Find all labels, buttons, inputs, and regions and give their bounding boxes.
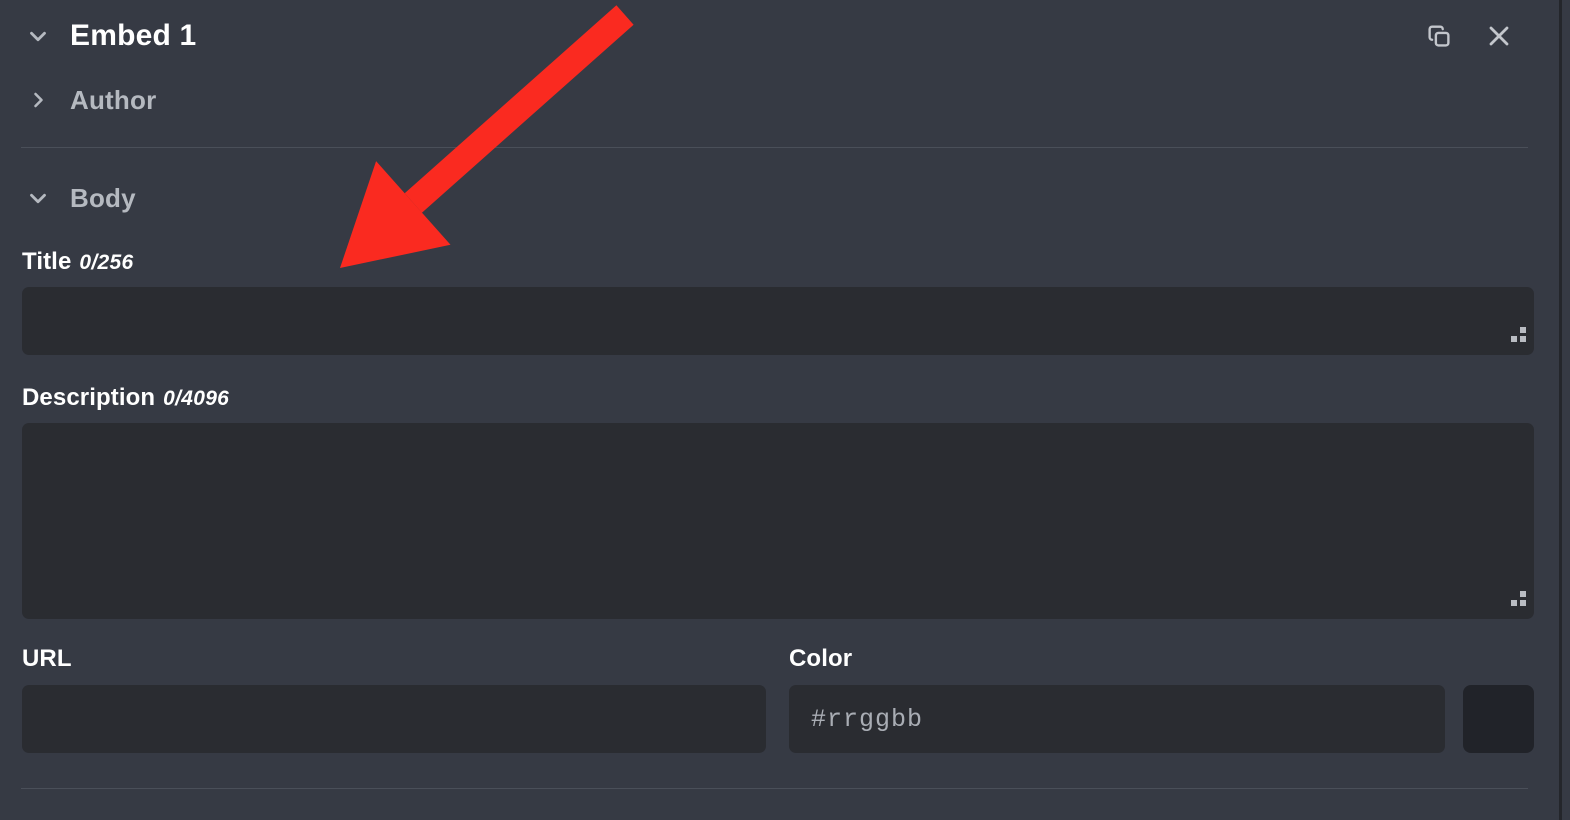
description-label-text: Description	[22, 384, 156, 411]
chevron-down-icon[interactable]	[20, 23, 56, 49]
header-actions	[1422, 19, 1516, 53]
color-input[interactable]	[789, 685, 1445, 753]
close-icon[interactable]	[1482, 19, 1516, 53]
description-label: Description 0/4096	[22, 384, 229, 412]
color-swatch-button[interactable]	[1463, 685, 1534, 753]
title-input[interactable]	[22, 287, 1534, 355]
section-header-author[interactable]: Author	[0, 80, 700, 120]
embed-header: Embed 1	[0, 0, 1548, 72]
title-label: Title 0/256	[22, 248, 133, 276]
url-label: URL	[22, 645, 72, 672]
embed-editor-panel: Embed 1 Author Body Title 0/256 Descript…	[0, 0, 1570, 820]
chevron-down-icon[interactable]	[20, 185, 56, 211]
description-resize-handle[interactable]	[1506, 591, 1526, 611]
description-input[interactable]	[22, 423, 1534, 619]
page-title: Embed 1	[70, 19, 197, 52]
title-char-counter: 0/256	[79, 251, 134, 274]
section-header-body[interactable]: Body	[0, 178, 700, 218]
color-label: Color	[789, 645, 853, 672]
section-label-body: Body	[70, 182, 136, 213]
chevron-right-icon[interactable]	[20, 88, 56, 112]
title-resize-handle[interactable]	[1506, 327, 1526, 347]
section-divider-top	[21, 147, 1528, 148]
section-label-author: Author	[70, 84, 157, 115]
description-char-counter: 0/4096	[163, 387, 230, 410]
section-divider-bottom	[21, 788, 1528, 789]
url-input[interactable]	[22, 685, 766, 753]
duplicate-icon[interactable]	[1422, 19, 1456, 53]
title-label-text: Title	[22, 248, 72, 275]
panel-scrollbar-track[interactable]	[1559, 0, 1562, 820]
